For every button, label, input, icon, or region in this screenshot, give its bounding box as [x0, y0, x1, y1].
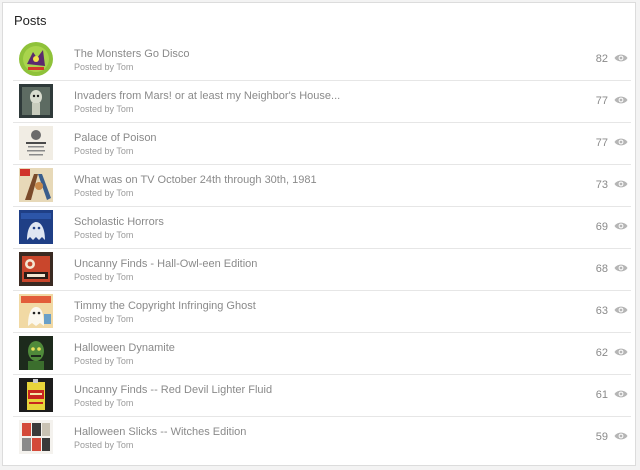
view-count: 61	[595, 389, 608, 401]
post-row[interactable]: Palace of Poison Posted by Tom 77	[13, 123, 631, 165]
ghost-stories-book-thumbnail[interactable]	[19, 210, 53, 244]
post-author: Posted by Tom	[74, 230, 134, 240]
view-count: 69	[595, 221, 608, 233]
costume-catalog-thumbnail[interactable]	[19, 420, 53, 454]
post-title[interactable]: Halloween Dynamite	[74, 342, 175, 354]
eye-icon	[614, 306, 628, 314]
card-title: Posts	[14, 13, 47, 28]
post-title[interactable]: Uncanny Finds -- Red Devil Lighter Fluid	[74, 384, 272, 396]
post-row[interactable]: The Monsters Go Disco Posted by Tom 82	[13, 39, 631, 81]
view-count: 77	[595, 95, 608, 107]
post-author: Posted by Tom	[74, 314, 134, 324]
post-title[interactable]: What was on TV October 24th through 30th…	[74, 174, 317, 186]
view-count: 59	[595, 431, 608, 443]
post-author: Posted by Tom	[74, 146, 134, 156]
post-row[interactable]: Invaders from Mars! or at least my Neigh…	[13, 81, 631, 123]
post-row[interactable]: Uncanny Finds - Hall-Owl-een Edition Pos…	[13, 249, 631, 291]
post-author: Posted by Tom	[74, 398, 134, 408]
view-count: 82	[595, 53, 608, 65]
posts-card: Posts The Monsters Go Disco Posted by To…	[2, 2, 636, 466]
eye-icon	[614, 264, 628, 272]
post-author: Posted by Tom	[74, 440, 134, 450]
post-title[interactable]: Uncanny Finds - Hall-Owl-een Edition	[74, 258, 257, 270]
lighter-fluid-can-thumbnail[interactable]	[19, 378, 53, 412]
post-author: Posted by Tom	[74, 188, 134, 198]
post-row[interactable]: Uncanny Finds -- Red Devil Lighter Fluid…	[13, 375, 631, 417]
post-author: Posted by Tom	[74, 356, 134, 366]
view-count: 63	[595, 305, 608, 317]
post-title[interactable]: Invaders from Mars! or at least my Neigh…	[74, 90, 340, 102]
post-title[interactable]: Timmy the Copyright Infringing Ghost	[74, 300, 256, 312]
post-row[interactable]: Timmy the Copyright Infringing Ghost Pos…	[13, 291, 631, 333]
eye-icon	[614, 138, 628, 146]
eye-icon	[614, 390, 628, 398]
eye-icon	[614, 54, 628, 62]
eye-icon	[614, 180, 628, 188]
tv-guide-thumbnail[interactable]	[19, 168, 53, 202]
post-row[interactable]: Halloween Dynamite Posted by Tom 62	[13, 333, 631, 375]
post-title[interactable]: Palace of Poison	[74, 132, 157, 144]
eye-icon	[614, 348, 628, 356]
cloves-package-thumbnail[interactable]	[19, 252, 53, 286]
posts-list: The Monsters Go Disco Posted by Tom 82 I…	[13, 39, 631, 458]
post-title[interactable]: Scholastic Horrors	[74, 216, 164, 228]
view-count: 62	[595, 347, 608, 359]
eye-icon	[614, 432, 628, 440]
view-count: 77	[595, 137, 608, 149]
post-row[interactable]: Scholastic Horrors Posted by Tom 69	[13, 207, 631, 249]
eye-icon	[614, 96, 628, 104]
post-title[interactable]: The Monsters Go Disco	[74, 48, 190, 60]
post-author: Posted by Tom	[74, 104, 134, 114]
post-row[interactable]: Halloween Slicks -- Witches Edition Post…	[13, 417, 631, 458]
post-author: Posted by Tom	[74, 62, 134, 72]
poster-thumbnail[interactable]	[19, 126, 53, 160]
post-author: Posted by Tom	[74, 272, 134, 282]
comic-cover-thumbnail[interactable]	[19, 294, 53, 328]
eye-icon	[614, 222, 628, 230]
post-row[interactable]: What was on TV October 24th through 30th…	[13, 165, 631, 207]
view-count: 68	[595, 263, 608, 275]
monster-art-thumbnail[interactable]	[19, 336, 53, 370]
disco-record-thumbnail[interactable]	[19, 42, 53, 76]
view-count: 73	[595, 179, 608, 191]
alien-photo-thumbnail[interactable]	[19, 84, 53, 118]
post-title[interactable]: Halloween Slicks -- Witches Edition	[74, 426, 246, 438]
